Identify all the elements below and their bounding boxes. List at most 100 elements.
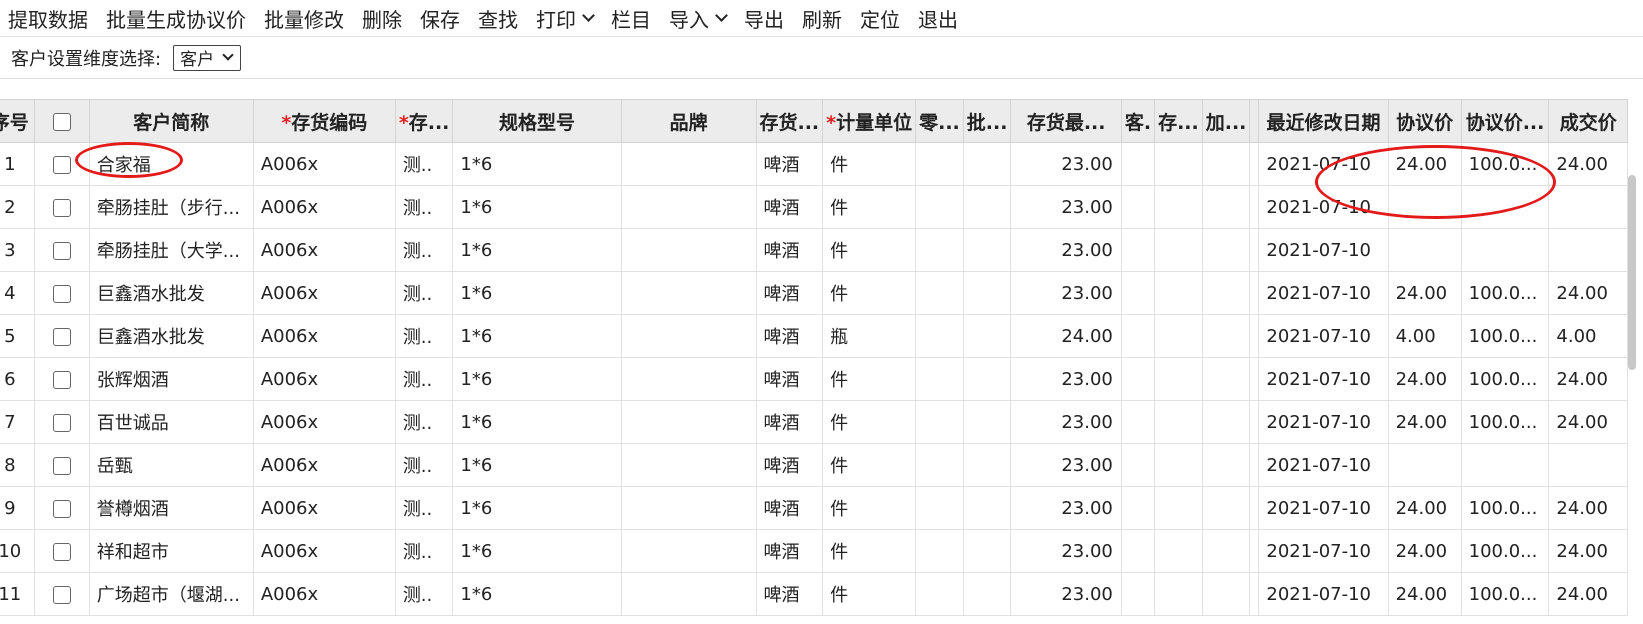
table-cell[interactable]: 24.00: [1548, 271, 1628, 315]
table-cell[interactable]: [1120, 400, 1156, 444]
table-cell[interactable]: [1201, 572, 1251, 616]
table-cell[interactable]: [915, 314, 964, 358]
table-cell[interactable]: 合家福: [88, 142, 254, 186]
table-cell[interactable]: [1201, 486, 1251, 530]
table-cell[interactable]: [915, 357, 964, 401]
table-cell[interactable]: [1249, 357, 1260, 401]
toolbar-item-9[interactable]: 导出: [735, 4, 793, 33]
toolbar-item-2[interactable]: 批量修改: [255, 4, 353, 33]
table-cell[interactable]: 100.0...: [1460, 486, 1550, 530]
row-checkbox[interactable]: [52, 585, 71, 604]
column-header-9[interactable]: 零...: [915, 99, 964, 143]
table-cell[interactable]: 2021-07-10: [1258, 228, 1389, 272]
table-cell[interactable]: [1154, 486, 1203, 530]
table-cell[interactable]: 24.00: [1548, 572, 1628, 616]
table-cell[interactable]: 4.00: [1548, 314, 1628, 358]
column-header-13[interactable]: 存...: [1154, 99, 1203, 143]
row-checkbox[interactable]: [52, 155, 71, 174]
table-cell[interactable]: [1249, 400, 1260, 444]
table-cell[interactable]: 23.00: [1010, 572, 1122, 616]
table-cell[interactable]: 1*6: [452, 271, 622, 315]
table-cell[interactable]: A006x: [252, 357, 396, 401]
table-cell[interactable]: [1249, 443, 1260, 487]
table-cell[interactable]: [620, 228, 757, 272]
table-row[interactable]: 2 牵肠挂肚（步行... A006x 测.. 1*6 啤酒件 23.00 2021-07-10: [0, 185, 1628, 229]
table-cell[interactable]: [1154, 357, 1203, 401]
table-cell[interactable]: [1387, 185, 1462, 229]
table-cell[interactable]: [1460, 443, 1550, 487]
table-cell[interactable]: 24.00: [1010, 314, 1122, 358]
table-cell[interactable]: 件: [822, 400, 917, 444]
table-cell[interactable]: 2: [0, 185, 35, 229]
table-cell[interactable]: [33, 572, 90, 616]
table-cell[interactable]: 23.00: [1010, 443, 1122, 487]
row-checkbox[interactable]: [52, 327, 71, 346]
table-cell[interactable]: 件: [822, 142, 917, 186]
column-header-2[interactable]: 客户简称: [88, 99, 254, 143]
table-row[interactable]: 1 合家福 A006x 测.. 1*6 啤酒件 23.00 2021-07-10 24.00 10…: [0, 142, 1628, 186]
table-cell[interactable]: 2021-07-10: [1258, 142, 1389, 186]
table-cell[interactable]: [915, 271, 964, 315]
table-cell[interactable]: [1201, 185, 1251, 229]
table-row[interactable]: 3 牵肠挂肚（大学... A006x 测.. 1*6 啤酒件 23.00 2021-07-10: [0, 228, 1628, 272]
table-cell[interactable]: [1249, 142, 1260, 186]
toolbar-item-0[interactable]: 提取数据: [0, 4, 97, 33]
table-cell[interactable]: 件: [822, 572, 917, 616]
table-cell[interactable]: [1154, 529, 1203, 573]
table-cell[interactable]: 1: [0, 142, 35, 186]
table-cell[interactable]: [1387, 443, 1462, 487]
table-cell[interactable]: [962, 572, 1012, 616]
table-cell[interactable]: [1387, 228, 1462, 272]
table-cell[interactable]: [915, 572, 964, 616]
table-cell[interactable]: [962, 314, 1012, 358]
column-header-0[interactable]: 序号: [0, 99, 35, 143]
table-cell[interactable]: 啤酒: [755, 185, 824, 229]
table-cell[interactable]: [33, 486, 90, 530]
table-cell[interactable]: [1460, 228, 1550, 272]
table-cell[interactable]: [620, 142, 757, 186]
table-cell[interactable]: 件: [822, 357, 917, 401]
table-cell[interactable]: 100.0...: [1460, 271, 1550, 315]
table-cell[interactable]: [1120, 357, 1156, 401]
table-cell[interactable]: 测..: [394, 228, 454, 272]
table-cell[interactable]: 23.00: [1010, 228, 1122, 272]
table-cell[interactable]: 24.00: [1548, 529, 1628, 573]
table-cell[interactable]: [915, 185, 964, 229]
table-cell[interactable]: [962, 400, 1012, 444]
table-cell[interactable]: 24.00: [1387, 271, 1462, 315]
table-cell[interactable]: [1548, 443, 1628, 487]
table-cell[interactable]: 岳甄: [88, 443, 254, 487]
table-cell[interactable]: [1154, 185, 1203, 229]
table-cell[interactable]: [620, 314, 757, 358]
toolbar-item-11[interactable]: 定位: [851, 4, 909, 33]
table-cell[interactable]: 24.00: [1387, 572, 1462, 616]
table-cell[interactable]: [1120, 443, 1156, 487]
table-cell[interactable]: 4.00: [1387, 314, 1462, 358]
toolbar-item-7[interactable]: 栏目: [602, 4, 660, 33]
table-cell[interactable]: [33, 357, 90, 401]
table-cell[interactable]: [1154, 142, 1203, 186]
table-cell[interactable]: [1460, 185, 1550, 229]
table-cell[interactable]: 100.0...: [1460, 529, 1550, 573]
table-cell[interactable]: 1*6: [452, 400, 622, 444]
column-header-1[interactable]: [33, 99, 90, 143]
table-cell[interactable]: 2021-07-10: [1258, 185, 1389, 229]
table-cell[interactable]: 24.00: [1548, 486, 1628, 530]
table-cell[interactable]: [1154, 314, 1203, 358]
table-cell[interactable]: 巨鑫酒水批发: [88, 314, 254, 358]
table-cell[interactable]: 牵肠挂肚（大学...: [88, 228, 254, 272]
table-cell[interactable]: [620, 486, 757, 530]
column-header-3[interactable]: *存货编码: [252, 99, 396, 143]
table-cell[interactable]: [33, 271, 90, 315]
table-cell[interactable]: 5: [0, 314, 35, 358]
table-cell[interactable]: A006x: [252, 314, 396, 358]
table-cell[interactable]: [915, 443, 964, 487]
table-cell[interactable]: 测..: [394, 142, 454, 186]
table-cell[interactable]: 啤酒: [755, 271, 824, 315]
column-header-18[interactable]: 协议价...: [1460, 99, 1550, 143]
column-header-10[interactable]: 批...: [962, 99, 1012, 143]
table-cell[interactable]: [1154, 400, 1203, 444]
table-cell[interactable]: 巨鑫酒水批发: [88, 271, 254, 315]
table-cell[interactable]: 2021-07-10: [1258, 443, 1389, 487]
row-checkbox[interactable]: [52, 284, 71, 303]
